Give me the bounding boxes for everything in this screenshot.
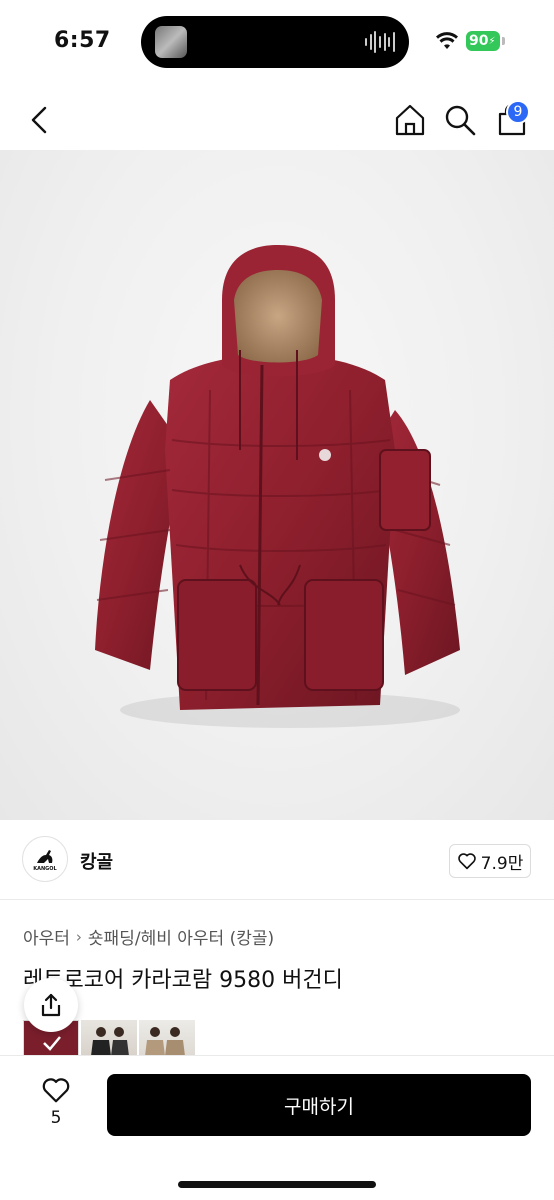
battery-tip [502, 37, 505, 45]
like-count: 7.9만 [480, 853, 524, 874]
like-button[interactable]: 7.9만 [449, 844, 531, 878]
model-photo [145, 1027, 185, 1056]
heart-icon [457, 853, 476, 870]
home-icon[interactable] [392, 102, 428, 138]
breadcrumb: 아우터 › 숏패딩/헤비 아우터 (캉골) [23, 924, 274, 950]
breadcrumb-category[interactable]: 아우터 [23, 924, 70, 949]
search-icon[interactable] [442, 102, 478, 138]
product-image[interactable] [0, 150, 554, 820]
status-bar: 6:57 90 ⚡ [0, 0, 554, 84]
buy-button[interactable]: 구매하기 [107, 1074, 531, 1136]
share-icon [41, 993, 61, 1017]
battery-indicator: 90 ⚡ [466, 31, 500, 51]
dynamic-island [141, 16, 409, 68]
status-time: 6:57 [54, 28, 111, 53]
wishlist-button[interactable]: 5 [28, 1076, 84, 1136]
cart-badge: 9 [506, 100, 530, 124]
audio-wave-icon [365, 30, 395, 54]
wishlist-count: 5 [50, 1108, 62, 1128]
share-button[interactable] [24, 978, 78, 1032]
thumbnail-model-2[interactable] [139, 1020, 195, 1056]
heart-icon [42, 1078, 70, 1103]
now-playing-thumbnail [155, 26, 187, 58]
chevron-left-icon[interactable] [24, 102, 56, 138]
thumbnail-model-1[interactable] [81, 1020, 137, 1056]
home-indicator [178, 1181, 376, 1188]
burgundy-padded-jacket-photo [95, 245, 460, 728]
brand-logo-text: KANGOL [33, 865, 57, 872]
bottom-action-bar: 5 구매하기 [0, 1055, 554, 1200]
breadcrumb-subcategory[interactable]: 숏패딩/헤비 아우터 (캉골) [88, 924, 274, 949]
chevron-right-icon: › [75, 927, 82, 946]
battery-level: 90 [469, 33, 489, 49]
kangaroo-icon [37, 849, 53, 863]
model-photo [91, 1027, 129, 1056]
wifi-icon [436, 32, 458, 49]
brand-logo[interactable]: KANGOL [22, 836, 68, 882]
brand-row[interactable]: KANGOL 캉골 7.9만 [0, 820, 554, 900]
brand-name[interactable]: 캉골 [80, 848, 113, 874]
